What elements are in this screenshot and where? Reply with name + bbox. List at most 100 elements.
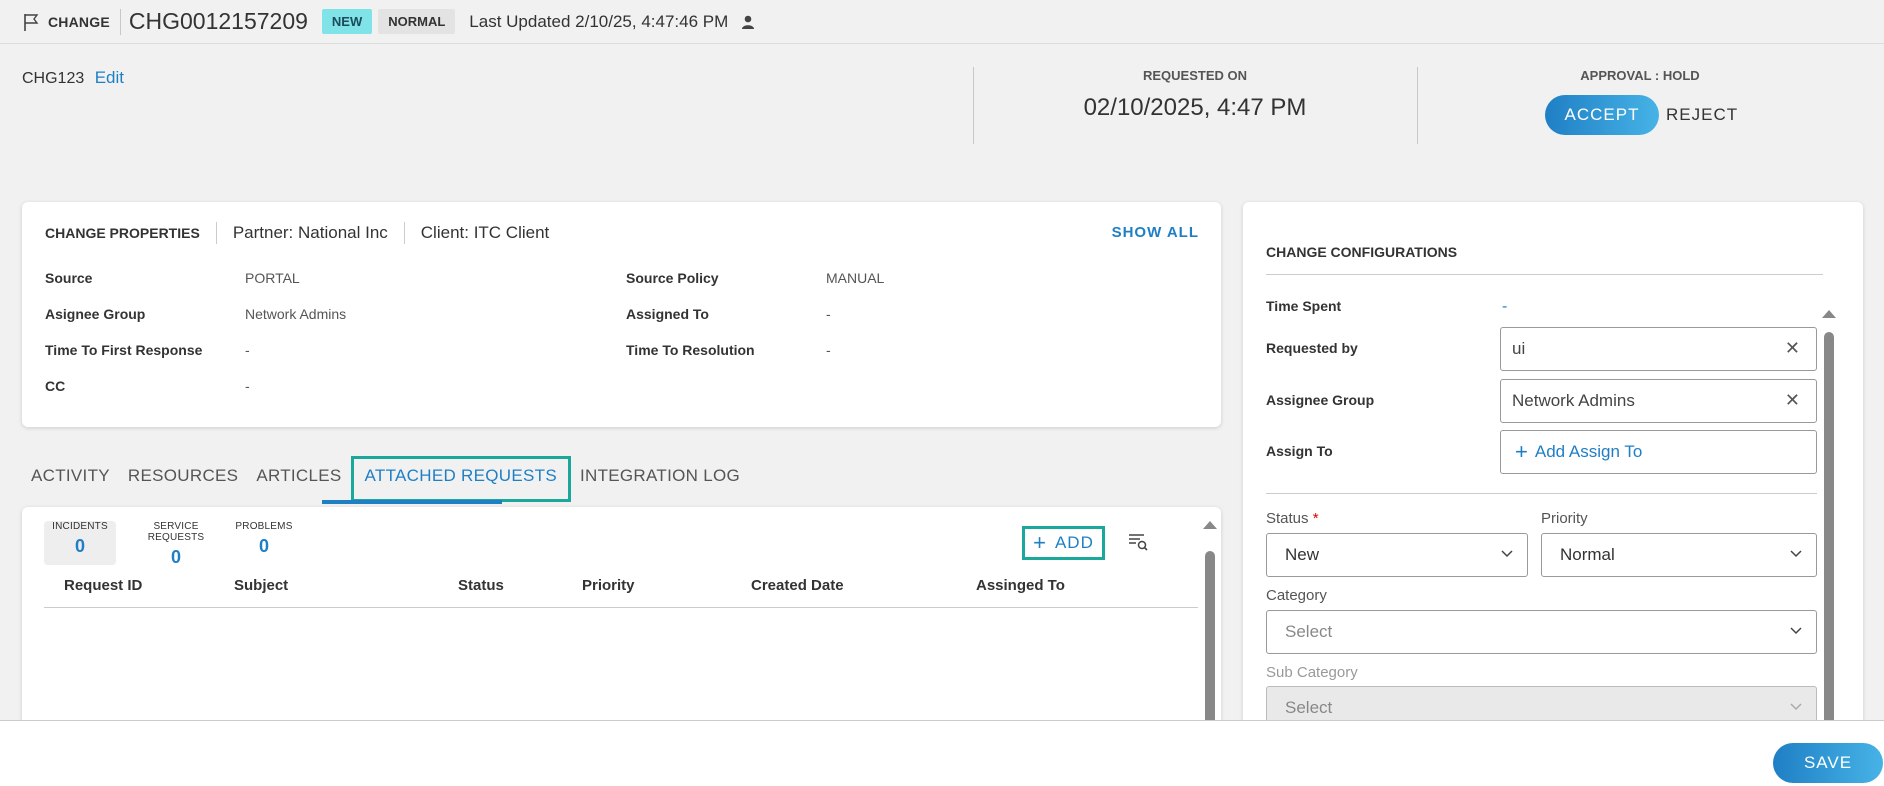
user-icon[interactable]: [740, 14, 756, 30]
property-value: -: [245, 378, 250, 394]
footer-bar: SAVE: [0, 720, 1884, 786]
scroll-up-icon[interactable]: [1822, 310, 1836, 318]
required-marker: *: [1312, 510, 1319, 527]
chevron-down-icon: [1790, 550, 1802, 558]
tab-integration-log[interactable]: INTEGRATION LOG: [571, 456, 749, 502]
assignee-group-label: Assignee Group: [1266, 392, 1375, 408]
property-value: PORTAL: [245, 270, 300, 286]
subcategory-label: Sub Category: [1266, 664, 1358, 681]
requested-on-label: REQUESTED ON: [1142, 68, 1247, 83]
scroll-up-icon[interactable]: [1203, 521, 1217, 529]
properties-header: CHANGE PROPERTIES Partner: National Inc …: [45, 222, 549, 244]
priority-select-value: Normal: [1560, 545, 1615, 564]
property-value: MANUAL: [826, 270, 885, 286]
requested-on-value: 02/10/2025, 4:47 PM: [1083, 94, 1307, 121]
property-key: Asignee Group: [45, 306, 146, 322]
problems-counter[interactable]: PROBLEMS 0: [234, 521, 294, 557]
property-key: CC: [45, 378, 66, 394]
tab-resources[interactable]: RESOURCES: [119, 456, 247, 502]
panel-scrollbar[interactable]: [1203, 521, 1217, 731]
status-select[interactable]: New: [1266, 533, 1528, 577]
properties-title: CHANGE PROPERTIES: [45, 225, 200, 241]
add-button-label: ADD: [1054, 533, 1094, 552]
add-assign-to-label: Add Assign To: [1534, 442, 1643, 461]
priority-badge: NORMAL: [378, 9, 456, 34]
property-key: Time To First Response: [45, 342, 203, 358]
add-request-button[interactable]: + ADD: [1022, 526, 1105, 560]
category-label: Category: [1266, 587, 1327, 604]
edit-link[interactable]: Edit: [95, 68, 124, 87]
category-placeholder: Select: [1285, 622, 1333, 641]
property-value: -: [245, 342, 250, 358]
chevron-down-icon: [1501, 550, 1513, 558]
change-configurations-panel: CHANGE CONFIGURATIONS Time Spent - Reque…: [1243, 202, 1863, 732]
panel-scrollbar[interactable]: [1822, 310, 1836, 732]
show-all-link[interactable]: SHOW ALL: [1112, 224, 1199, 241]
record-type-label: CHANGE: [48, 13, 110, 30]
scrollbar-thumb[interactable]: [1205, 551, 1215, 731]
service-requests-counter[interactable]: SERVICE REQUESTS 0: [126, 521, 226, 568]
plus-icon: +: [1033, 530, 1047, 555]
tab-articles[interactable]: ARTICLES: [247, 456, 350, 502]
incidents-counter[interactable]: INCIDENTS 0: [44, 521, 116, 565]
subcategory-placeholder: Select: [1285, 698, 1333, 717]
column-header[interactable]: Status: [458, 577, 504, 594]
filter-search-icon[interactable]: [1126, 530, 1150, 554]
tab-activity[interactable]: ACTIVITY: [22, 456, 119, 502]
approval-status-label: APPROVAL : HOLD: [1580, 68, 1700, 83]
column-header[interactable]: Subject: [234, 577, 288, 594]
requested-by-field[interactable]: ui ✕: [1500, 327, 1817, 371]
header-divider: [215, 222, 217, 244]
client-label: Client: ITC Client: [420, 223, 550, 242]
attached-table-header: Request ID Subject Status Priority Creat…: [44, 562, 1198, 608]
assignee-group-value: Network Admins: [1512, 391, 1635, 410]
accept-button[interactable]: ACCEPT: [1545, 95, 1659, 135]
counter-value: 0: [74, 536, 85, 556]
clear-icon[interactable]: ✕: [1785, 338, 1800, 359]
save-button[interactable]: SAVE: [1773, 743, 1883, 783]
divider: [1266, 493, 1817, 494]
attached-requests-panel: INCIDENTS 0 SERVICE REQUESTS 0 PROBLEMS …: [22, 507, 1221, 731]
flag-icon: [24, 13, 39, 31]
add-assign-to-button[interactable]: + Add Assign To: [1500, 430, 1817, 474]
status-label: Status *: [1266, 510, 1319, 527]
requested-by-label: Requested by: [1266, 340, 1358, 356]
property-value: Network Admins: [245, 306, 347, 322]
property-value: -: [826, 306, 831, 322]
summary-divider: [973, 67, 974, 144]
reject-button[interactable]: REJECT: [1666, 95, 1738, 135]
partner-label: Partner: National Inc: [232, 223, 388, 242]
page-header: CHANGE CHG0012157209 NEW NORMAL Last Upd…: [0, 0, 1884, 44]
property-key: Assigned To: [626, 306, 709, 322]
counter-value: 0: [258, 536, 269, 556]
property-key: Time To Resolution: [626, 342, 755, 358]
column-header[interactable]: Assinged To: [976, 577, 1065, 594]
change-short-id: CHG123 Edit: [22, 68, 124, 88]
active-tab-indicator: [322, 500, 502, 504]
divider: [1266, 274, 1823, 275]
property-key: Source Policy: [626, 270, 719, 286]
summary-divider: [1417, 67, 1418, 144]
status-badge: NEW: [321, 9, 373, 34]
scrollbar-thumb[interactable]: [1824, 332, 1834, 732]
property-key: Source: [45, 270, 93, 286]
status-select-value: New: [1285, 545, 1320, 564]
last-updated-text: Last Updated 2/10/25, 4:47:46 PM: [469, 11, 729, 31]
column-header[interactable]: Created Date: [751, 577, 844, 594]
tab-attached-requests[interactable]: ATTACHED REQUESTS: [350, 456, 571, 502]
time-spent-value[interactable]: -: [1502, 298, 1507, 316]
clear-icon[interactable]: ✕: [1785, 390, 1800, 411]
category-select[interactable]: Select: [1266, 610, 1817, 654]
counter-label: SERVICE REQUESTS: [147, 521, 205, 543]
chevron-down-icon: [1790, 703, 1802, 711]
assign-to-label: Assign To: [1266, 443, 1333, 459]
column-header[interactable]: Request ID: [64, 577, 142, 594]
counter-label: INCIDENTS: [52, 521, 108, 532]
assignee-group-field[interactable]: Network Admins ✕: [1500, 379, 1817, 423]
priority-select[interactable]: Normal: [1541, 533, 1817, 577]
header-divider: [119, 8, 121, 35]
header-divider: [403, 222, 405, 244]
counter-label: PROBLEMS: [235, 521, 293, 532]
column-header[interactable]: Priority: [582, 577, 635, 594]
chevron-down-icon: [1790, 627, 1802, 635]
